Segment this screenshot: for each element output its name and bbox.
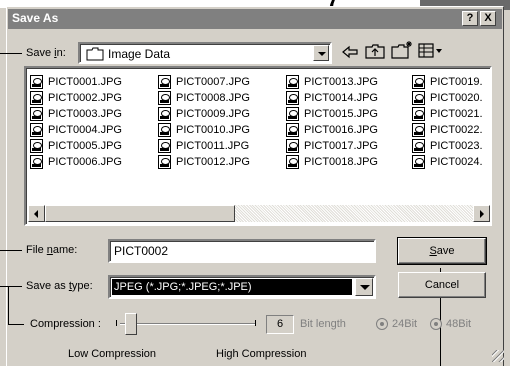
jpeg-file-icon: [30, 107, 43, 121]
jpeg-file-icon: [30, 75, 43, 89]
high-compression-label: High Compression: [216, 348, 307, 360]
jpeg-file-icon: [412, 139, 425, 153]
jpeg-file-icon: [286, 155, 299, 169]
file-item[interactable]: PICT0011.JPG: [156, 138, 250, 154]
file-item[interactable]: PICT0015.JPG: [284, 106, 378, 122]
up-folder-icon[interactable]: [364, 42, 386, 60]
jpeg-file-icon: [286, 75, 299, 89]
view-menu-icon[interactable]: [418, 43, 444, 59]
title-bar: Save As ? X: [8, 9, 502, 29]
file-item[interactable]: PICT0014.JPG: [284, 90, 378, 106]
resize-grip-icon[interactable]: [492, 350, 504, 362]
jpeg-file-icon: [286, 139, 299, 153]
folder-icon: [86, 47, 104, 61]
jpeg-file-icon: [158, 91, 171, 105]
file-name-input[interactable]: PICT0002: [108, 239, 376, 263]
save-button[interactable]: Save: [397, 237, 487, 265]
file-item[interactable]: PICT0009.JPG: [156, 106, 250, 122]
file-item[interactable]: PICT0024.: [410, 154, 483, 170]
save-as-type-label: Save as type:: [26, 280, 93, 292]
file-item[interactable]: PICT0002.JPG: [28, 90, 122, 106]
file-item[interactable]: PICT0005.JPG: [28, 138, 122, 154]
scroll-left-button[interactable]: [28, 205, 45, 222]
back-arrow-icon[interactable]: [340, 44, 360, 60]
scroll-thumb[interactable]: [45, 205, 235, 222]
file-item[interactable]: PICT0008.JPG: [156, 90, 250, 106]
file-name-label: File name:: [26, 244, 78, 256]
jpeg-file-icon: [158, 155, 171, 169]
file-item[interactable]: PICT0012.JPG: [156, 154, 250, 170]
window-title: Save As: [12, 11, 59, 25]
save-in-combo[interactable]: Image Data: [78, 42, 332, 64]
jpeg-file-icon: [158, 123, 171, 137]
file-item[interactable]: PICT0013.JPG: [284, 74, 378, 90]
file-column-1: PICT0001.JPG PICT0002.JPG PICT0003.JPG P…: [28, 74, 122, 170]
annotation-line: [0, 53, 22, 54]
low-compression-label: Low Compression: [68, 348, 157, 360]
cancel-button[interactable]: Cancel: [398, 272, 486, 298]
jpeg-file-icon: [158, 107, 171, 121]
left-arrow-icon: [34, 210, 38, 218]
compression-slider-track[interactable]: [120, 323, 256, 325]
annotation-line: [8, 286, 9, 324]
scroll-right-button[interactable]: [473, 205, 490, 222]
jpeg-file-icon: [286, 107, 299, 121]
save-as-type-value: JPEG (*.JPG;*.JPEG;*.JPE): [112, 279, 352, 295]
file-item[interactable]: PICT0020.: [410, 90, 483, 106]
jpeg-file-icon: [412, 75, 425, 89]
jpeg-file-icon: [158, 75, 171, 89]
file-item[interactable]: PICT0022.: [410, 122, 483, 138]
close-button[interactable]: X: [480, 11, 496, 26]
horizontal-scrollbar[interactable]: [28, 205, 490, 222]
annotation-line: [0, 250, 22, 251]
file-item[interactable]: PICT0018.JPG: [284, 154, 378, 170]
chevron-down-icon[interactable]: [355, 278, 373, 296]
file-item[interactable]: PICT0023.: [410, 138, 483, 154]
file-item[interactable]: PICT0004.JPG: [28, 122, 122, 138]
file-item[interactable]: PICT0010.JPG: [156, 122, 250, 138]
file-item[interactable]: PICT0016.JPG: [284, 122, 378, 138]
file-column-3: PICT0013.JPG PICT0014.JPG PICT0015.JPG P…: [284, 74, 378, 170]
bit-length-label: Bit length: [300, 318, 346, 330]
radio-48bit-label: 48Bit: [446, 318, 472, 330]
jpeg-file-icon: [412, 91, 425, 105]
file-item[interactable]: PICT0017.JPG: [284, 138, 378, 154]
file-column-4: PICT0019. PICT0020. PICT0021. PICT0022. …: [410, 74, 483, 170]
jpeg-file-icon: [286, 91, 299, 105]
jpeg-file-icon: [286, 123, 299, 137]
file-list[interactable]: PICT0001.JPG PICT0002.JPG PICT0003.JPG P…: [24, 66, 492, 226]
annotation-line: [8, 324, 24, 325]
file-item[interactable]: PICT0019.: [410, 74, 483, 90]
file-item[interactable]: PICT0021.: [410, 106, 483, 122]
jpeg-file-icon: [30, 155, 43, 169]
radio-24bit[interactable]: [376, 318, 388, 330]
file-item[interactable]: PICT0007.JPG: [156, 74, 250, 90]
jpeg-file-icon: [30, 123, 43, 137]
save-in-label: Save in:: [26, 47, 66, 59]
jpeg-file-icon: [30, 91, 43, 105]
annotation-line: [0, 286, 22, 287]
radio-48bit[interactable]: [430, 318, 442, 330]
file-item[interactable]: PICT0001.JPG: [28, 74, 122, 90]
chevron-down-icon[interactable]: [313, 45, 329, 61]
file-item[interactable]: PICT0006.JPG: [28, 154, 122, 170]
right-arrow-icon: [480, 210, 484, 218]
new-folder-icon[interactable]: [390, 40, 414, 60]
compression-label: Compression :: [30, 318, 101, 330]
jpeg-file-icon: [412, 155, 425, 169]
radio-24bit-label: 24Bit: [392, 318, 418, 330]
jpeg-file-icon: [158, 139, 171, 153]
help-button[interactable]: ?: [462, 11, 478, 26]
file-column-2: PICT0007.JPG PICT0008.JPG PICT0009.JPG P…: [156, 74, 250, 170]
jpeg-file-icon: [412, 107, 425, 121]
jpeg-file-icon: [30, 139, 43, 153]
slider-tick: [116, 320, 117, 326]
save-as-type-select[interactable]: JPEG (*.JPG;*.JPEG;*.JPE): [108, 275, 376, 299]
compression-value: 6: [266, 315, 294, 334]
slider-tick: [255, 320, 256, 326]
compression-slider-thumb[interactable]: [125, 313, 137, 335]
jpeg-file-icon: [412, 123, 425, 137]
file-item[interactable]: PICT0003.JPG: [28, 106, 122, 122]
save-in-value: Image Data: [108, 47, 171, 61]
